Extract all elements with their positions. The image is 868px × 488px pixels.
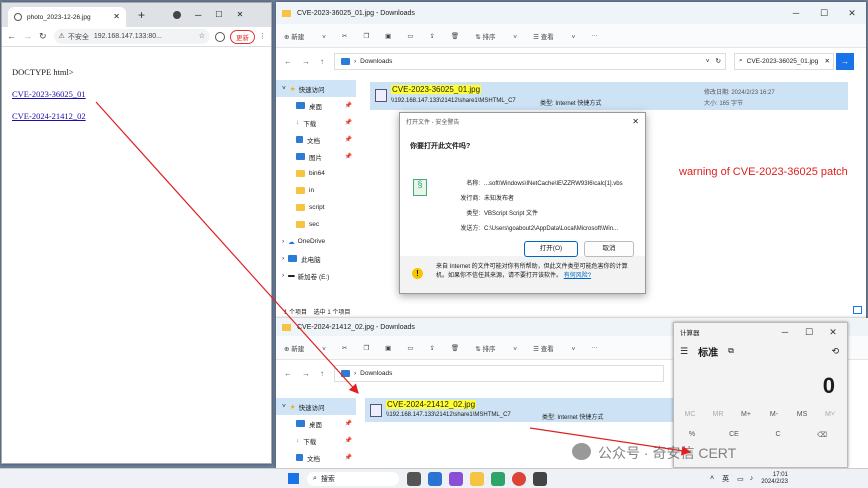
tray-chevron-icon[interactable]: ˄ xyxy=(710,475,714,482)
arrow-to-cve-2024-file xyxy=(95,101,359,394)
explorer-taskbar-icon[interactable] xyxy=(470,471,484,486)
taskbar-search-text: 搜索 xyxy=(320,475,335,483)
app-icon-1[interactable] xyxy=(428,471,442,486)
annotation-arrows xyxy=(95,101,692,456)
app-icon-3[interactable] xyxy=(491,471,505,486)
ime-indicator[interactable]: 英 xyxy=(722,474,729,484)
network-icon[interactable]: ▭ xyxy=(737,475,744,483)
app-icon-2[interactable] xyxy=(449,471,463,486)
arrow-to-calculator xyxy=(529,427,692,456)
clock[interactable]: 17:01 2024/2/23 xyxy=(761,472,788,486)
search-icon: ⌕ xyxy=(313,474,317,482)
task-view-icon[interactable] xyxy=(407,471,421,486)
windows-start-icon[interactable] xyxy=(288,473,299,484)
calculator-taskbar-icon[interactable] xyxy=(533,471,547,486)
clock-time: 17:01 xyxy=(772,471,788,478)
clock-date: 2024/2/23 xyxy=(761,478,788,485)
taskbar-search[interactable]: ⌕ 搜索 xyxy=(307,471,399,486)
volume-icon[interactable]: ♪ xyxy=(750,475,754,482)
chrome-icon[interactable] xyxy=(512,471,526,486)
taskbar: ⌕ 搜索 ˄ 英 ▭ ♪ 17:01 2024/2/23 xyxy=(0,468,868,488)
